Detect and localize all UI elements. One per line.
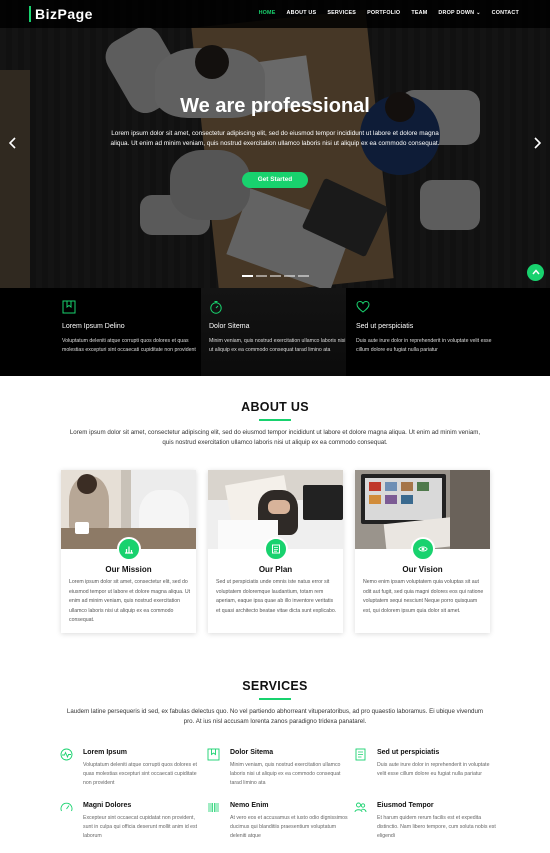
feature-title[interactable]: Dolor Sitema xyxy=(209,323,249,330)
feature-box: Dolor Sitema Minim veniam, quis nostrud … xyxy=(201,288,346,376)
get-started-button[interactable]: Get Started xyxy=(242,172,308,188)
about-text: Lorem ipsum dolor sit amet, consectetur … xyxy=(69,429,481,446)
people-icon xyxy=(354,802,367,813)
bookmark-icon xyxy=(62,300,76,314)
hero-carousel: We are professional Lorem ipsum dolor si… xyxy=(0,0,550,288)
services-title: SERVICES xyxy=(242,679,308,693)
chevron-left-icon[interactable] xyxy=(8,137,17,151)
feature-title[interactable]: Sed ut perspiciatis xyxy=(356,323,413,330)
title-underline xyxy=(259,698,291,700)
eye-icon xyxy=(418,546,428,552)
card-text: Nemo enim ipsam voluptatem quia voluptas… xyxy=(363,579,484,614)
hero-text: Lorem ipsum dolor sit amet, consectetur … xyxy=(110,130,440,147)
service-title[interactable]: Magni Dolores xyxy=(83,802,131,809)
nav-home[interactable]: HOME xyxy=(259,10,276,16)
carousel-indicator[interactable] xyxy=(242,275,253,277)
service-text: Duis aute irure dolor in reprehenderit i… xyxy=(377,762,490,777)
hero-title: We are professional xyxy=(180,95,370,117)
barcode-icon xyxy=(208,803,219,812)
nav-about-us[interactable]: ABOUT US xyxy=(287,10,317,16)
service-title[interactable]: Dolor Sitema xyxy=(230,749,273,756)
card-title[interactable]: Our Plan xyxy=(208,565,343,574)
service-title[interactable]: Nemo Enim xyxy=(230,802,269,809)
stopwatch-icon xyxy=(210,301,222,314)
heart-icon xyxy=(356,300,370,313)
service-text: Minim veniam, quis nostrud exercitation … xyxy=(230,762,341,786)
nav-contact[interactable]: CONTACT xyxy=(492,10,519,16)
service-text: At vero eos et accusamus et iusto odio d… xyxy=(230,815,348,839)
bookmark-icon xyxy=(207,748,220,761)
card-icon-badge xyxy=(411,537,435,561)
nav-portfolio[interactable]: PORTFOLIO xyxy=(367,10,400,16)
feature-text: Voluptatum deleniti atque corrupti quos … xyxy=(62,338,196,353)
carousel-indicators xyxy=(242,275,309,277)
services-text: Laudem latine persequeris id sed, ex fab… xyxy=(66,708,484,725)
service-text: Excepteur sint occaecat cupidatat non pr… xyxy=(83,815,198,839)
nav-services[interactable]: SERVICES xyxy=(327,10,356,16)
carousel-indicator[interactable] xyxy=(256,275,267,277)
header: BizPage HOME ABOUT US SERVICES PORTFOLIO… xyxy=(0,0,550,28)
document-icon xyxy=(355,748,366,761)
back-to-top-button[interactable] xyxy=(527,264,544,281)
carousel-indicator[interactable] xyxy=(270,275,281,277)
speedometer-icon xyxy=(60,802,73,812)
service-title[interactable]: Eiusmod Tempor xyxy=(377,802,434,809)
title-underline xyxy=(259,419,291,421)
feature-box: Lorem Ipsum Delino Voluptatum deleniti a… xyxy=(62,288,207,376)
chevron-right-icon[interactable] xyxy=(533,137,542,151)
carousel-indicator[interactable] xyxy=(298,275,309,277)
about-card-mission: Our Mission Lorem ipsum dolor sit amet, … xyxy=(61,470,196,633)
feature-text: Minim veniam, quis nostrud exercitation … xyxy=(209,338,346,353)
about-card-plan: Our Plan Sed ut perspiciatis unde omnis … xyxy=(208,470,343,633)
about-title: ABOUT US xyxy=(241,400,309,414)
nav-team[interactable]: TEAM xyxy=(411,10,427,16)
carousel-indicator[interactable] xyxy=(284,275,295,277)
list-icon xyxy=(272,544,280,554)
chevron-down-icon: ⌄ xyxy=(476,10,481,16)
bar-chart-icon xyxy=(125,546,133,554)
nav-drop-down-label: DROP DOWN xyxy=(438,10,475,16)
card-text: Lorem ipsum dolor sit amet, consectetur … xyxy=(69,579,191,623)
about-card-vision: Our Vision Nemo enim ipsam voluptatem qu… xyxy=(355,470,490,633)
chevron-up-icon xyxy=(531,269,540,275)
pulse-icon xyxy=(60,748,73,761)
nav-drop-down[interactable]: DROP DOWN ⌄ xyxy=(438,10,480,16)
card-icon-badge xyxy=(264,537,288,561)
card-title[interactable]: Our Vision xyxy=(355,565,490,574)
feature-text: Duis aute irure dolor in reprehenderit i… xyxy=(356,338,492,353)
service-title[interactable]: Lorem Ipsum xyxy=(83,749,127,756)
nav-menu: HOME ABOUT US SERVICES PORTFOLIO TEAM DR… xyxy=(248,10,519,16)
feature-box: Sed ut perspiciatis Duis aute irure dolo… xyxy=(356,288,501,376)
logo[interactable]: BizPage xyxy=(29,6,93,22)
card-icon-badge xyxy=(117,537,141,561)
card-title[interactable]: Our Mission xyxy=(61,565,196,574)
service-title[interactable]: Sed ut perspiciatis xyxy=(377,749,439,756)
service-text: Voluptatum deleniti atque corrupti quos … xyxy=(83,762,197,786)
card-text: Sed ut perspiciatis unde omnis iste natu… xyxy=(216,579,337,614)
feature-title[interactable]: Lorem Ipsum Delino xyxy=(62,323,125,330)
service-text: Et harum quidem rerum facilis est et exp… xyxy=(377,815,496,839)
featured-services: Lorem Ipsum Delino Voluptatum deleniti a… xyxy=(0,288,550,376)
